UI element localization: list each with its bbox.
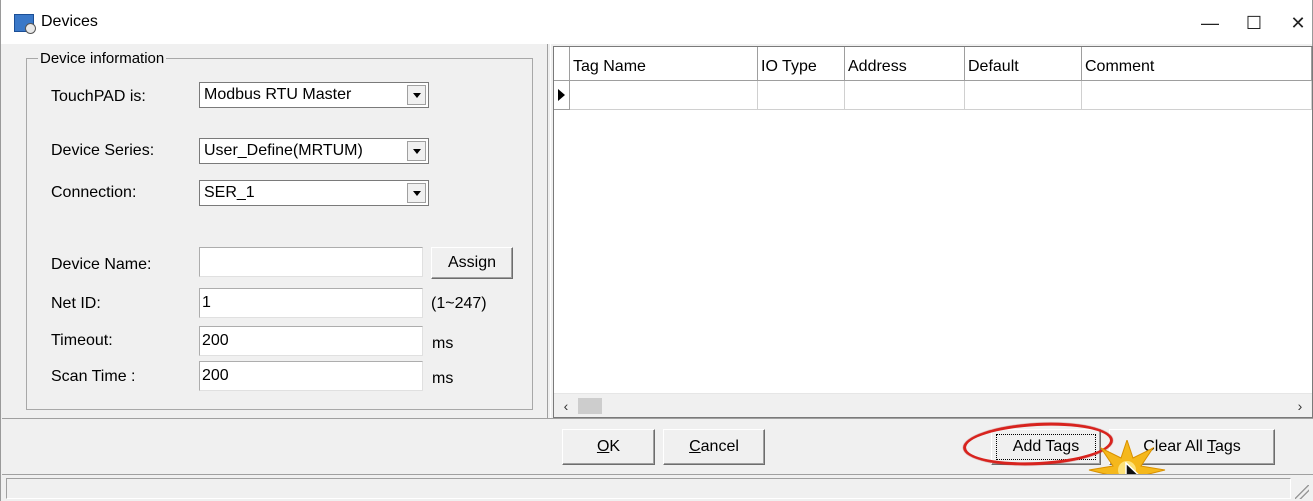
clear-accel: T — [1206, 438, 1215, 455]
column-label: Comment — [1085, 58, 1155, 75]
connection-select[interactable]: SER_1 — [199, 180, 429, 206]
device-series-value: User_Define(MRTUM) — [204, 142, 363, 159]
ok-button[interactable]: OK — [562, 429, 655, 465]
chevron-down-icon[interactable] — [407, 141, 426, 161]
cancel-rest: ancel — [700, 438, 739, 455]
title-bar: Devices — ☐ ✕ — [1, 0, 1312, 44]
minimize-button[interactable]: — — [1188, 8, 1232, 38]
grid-header: Tag Name IO Type Address Default Comment — [554, 47, 1312, 81]
column-label: Address — [848, 58, 907, 75]
scroll-thumb[interactable] — [578, 398, 602, 414]
device-name-label: Device Name: — [51, 256, 152, 273]
touchpad-select[interactable]: Modbus RTU Master — [199, 82, 429, 108]
timeout-label: Timeout: — [51, 332, 113, 349]
table-cell-comment[interactable] — [1082, 81, 1312, 110]
scan-time-field[interactable]: 200 — [199, 361, 423, 391]
timeout-value: 200 — [202, 332, 229, 349]
resize-grip-icon[interactable] — [1295, 485, 1309, 499]
net-id-range: (1~247) — [431, 295, 487, 312]
maximize-button[interactable]: ☐ — [1232, 8, 1276, 38]
cancel-button[interactable]: Cancel — [663, 429, 765, 465]
ok-rest: K — [609, 438, 621, 455]
horizontal-scrollbar[interactable]: ‹ › — [554, 393, 1312, 417]
device-series-select[interactable]: User_Define(MRTUM) — [199, 138, 429, 164]
table-cell-io-type[interactable] — [758, 81, 845, 110]
table-cell-default[interactable] — [965, 81, 1082, 110]
column-address[interactable]: Address — [845, 47, 965, 81]
devices-window: Devices — ☐ ✕ Device information TouchPA… — [0, 0, 1313, 501]
table-cell-address[interactable] — [845, 81, 965, 110]
chevron-down-icon[interactable] — [407, 85, 426, 105]
table-cell-tag-name[interactable] — [570, 81, 758, 110]
window-title: Devices — [41, 13, 98, 30]
scroll-right-icon[interactable]: › — [1290, 396, 1310, 416]
panel-splitter[interactable] — [547, 44, 551, 418]
net-id-field[interactable]: 1 — [199, 288, 423, 318]
device-name-field[interactable] — [199, 247, 423, 277]
current-row-arrow-icon — [554, 81, 570, 110]
scan-time-unit: ms — [432, 370, 454, 387]
scroll-left-icon[interactable]: ‹ — [556, 396, 576, 416]
chevron-down-icon[interactable] — [407, 183, 426, 203]
column-label: Default — [968, 58, 1019, 75]
column-default[interactable]: Default — [965, 47, 1082, 81]
clear-rest: ags — [1214, 438, 1241, 455]
column-label: Tag Name — [573, 58, 646, 75]
status-panel — [6, 478, 1291, 499]
net-id-value: 1 — [202, 294, 211, 311]
timeout-unit: ms — [432, 335, 454, 352]
column-label: IO Type — [761, 58, 817, 75]
status-bar — [2, 474, 1313, 501]
touchpad-value: Modbus RTU Master — [204, 86, 352, 103]
column-io-type[interactable]: IO Type — [758, 47, 845, 81]
touchpad-label: TouchPAD is: — [51, 88, 146, 105]
ok-accel: O — [596, 438, 610, 455]
device-info-panel: Device information TouchPAD is: Modbus R… — [2, 44, 547, 418]
timeout-field[interactable]: 200 — [199, 326, 423, 356]
scan-time-value: 200 — [202, 367, 229, 384]
scan-time-label: Scan Time : — [51, 368, 136, 385]
net-id-label: Net ID: — [51, 295, 101, 312]
group-title: Device information — [38, 50, 167, 67]
column-comment[interactable]: Comment — [1082, 47, 1312, 81]
connection-label: Connection: — [51, 184, 137, 201]
connection-value: SER_1 — [204, 184, 255, 201]
devices-app-icon — [14, 14, 36, 34]
device-series-label: Device Series: — [51, 142, 155, 159]
assign-button[interactable]: Assign — [431, 247, 513, 279]
column-tag-name[interactable]: Tag Name — [570, 47, 758, 81]
cancel-accel: C — [689, 438, 701, 455]
device-info-group — [26, 58, 533, 410]
tag-grid[interactable]: Tag Name IO Type Address Default Comment… — [553, 46, 1313, 418]
grid-corner — [554, 47, 570, 81]
close-button[interactable]: ✕ — [1276, 8, 1313, 38]
